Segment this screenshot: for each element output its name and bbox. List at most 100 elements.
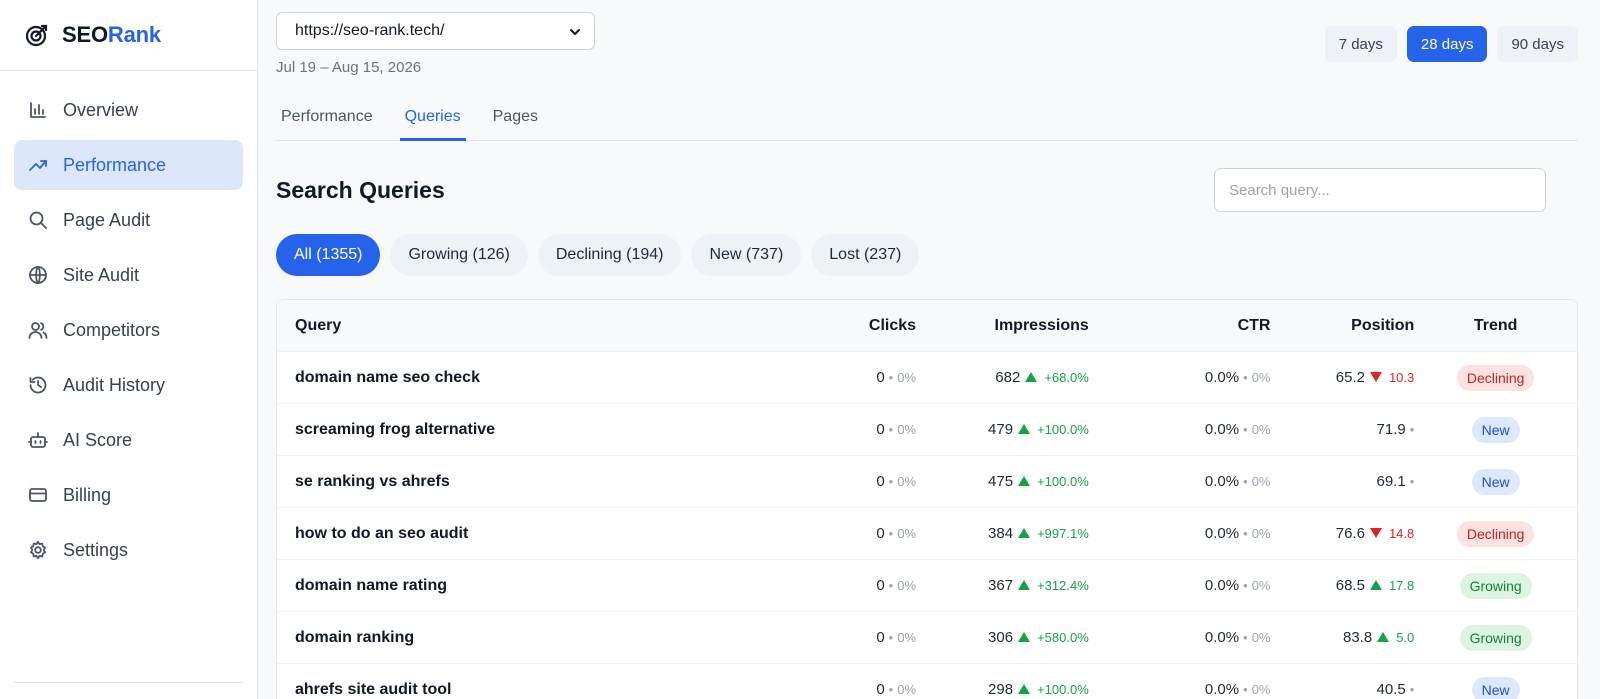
sidebar-item-billing[interactable]: Billing bbox=[14, 470, 243, 520]
filter-growing[interactable]: Growing (126) bbox=[390, 234, 528, 276]
clicks-cell: 0 • 0% bbox=[836, 629, 916, 647]
neutral-dot: • bbox=[1243, 577, 1248, 593]
sidebar-item-audit-history[interactable]: Audit History bbox=[14, 360, 243, 410]
trend-cell: New bbox=[1414, 468, 1577, 495]
neutral-dot: • bbox=[1243, 369, 1248, 385]
period-7-days-button[interactable]: 7 days bbox=[1324, 26, 1397, 62]
search-query-input[interactable] bbox=[1214, 168, 1546, 212]
period-28-days-button[interactable]: 28 days bbox=[1406, 26, 1488, 62]
site-selector[interactable]: https://seo-rank.tech/ bbox=[276, 12, 595, 50]
arrow-up-icon bbox=[1018, 631, 1031, 642]
sidebar-item-page-audit[interactable]: Page Audit bbox=[14, 195, 243, 245]
position-cell: 69.1 • bbox=[1270, 473, 1415, 491]
sidebar-item-ai-score[interactable]: AI Score bbox=[14, 415, 243, 465]
clicks-cell: 0 • 0% bbox=[836, 681, 916, 699]
ctr-cell: 0.0% • 0% bbox=[1089, 369, 1271, 387]
position-cell: 40.5 • bbox=[1270, 680, 1415, 699]
sidebar-item-label: Settings bbox=[63, 539, 129, 560]
period-selector: 7 days 28 days 90 days bbox=[1324, 26, 1578, 62]
query-cell: domain ranking bbox=[295, 628, 415, 646]
tab-performance[interactable]: Performance bbox=[276, 98, 378, 141]
clicks-cell: 0 • 0% bbox=[836, 525, 916, 543]
filter-all[interactable]: All (1355) bbox=[276, 234, 381, 276]
sidebar-item-site-audit[interactable]: Site Audit bbox=[14, 250, 243, 300]
position-value: 65.2 bbox=[1335, 368, 1365, 386]
table-row[interactable]: screaming frog alternative 0 • 0% 479 +100.0%… bbox=[277, 404, 1577, 456]
filter-chips: All (1355) Growing (126) Declining (194)… bbox=[276, 234, 920, 276]
impressions-cell: 298 +100.0% bbox=[916, 681, 1089, 699]
filter-lost[interactable]: Lost (237) bbox=[811, 234, 920, 276]
globe-icon bbox=[28, 265, 48, 285]
ctr-delta: 0% bbox=[1251, 525, 1271, 541]
sidebar-item-label: Page Audit bbox=[63, 209, 151, 230]
main-content: https://seo-rank.tech/ Jul 19 – Aug 15, … bbox=[258, 0, 1600, 699]
sidebar-item-settings[interactable]: Settings bbox=[14, 525, 243, 575]
ctr-cell: 0.0% • 0% bbox=[1089, 577, 1271, 595]
position-delta: 14.8 bbox=[1388, 525, 1415, 541]
neutral-dot: • bbox=[1243, 473, 1248, 489]
column-header-impressions[interactable]: Impressions bbox=[916, 317, 1089, 335]
trend-cell: Declining bbox=[1414, 364, 1577, 391]
ctr-cell: 0.0% • 0% bbox=[1089, 629, 1271, 647]
filter-new[interactable]: New (737) bbox=[691, 234, 802, 276]
impressions-value: 306 bbox=[988, 628, 1014, 646]
table-row[interactable]: se ranking vs ahrefs 0 • 0% 475 +100.0% 0.0% • 0… bbox=[277, 456, 1577, 508]
clicks-delta: 0% bbox=[897, 629, 917, 645]
ctr-delta: 0% bbox=[1251, 421, 1271, 437]
impressions-cell: 367 +312.4% bbox=[916, 577, 1089, 595]
table-row[interactable]: domain name rating 0 • 0% 367 +312.4% 0.0% • 0% 6… bbox=[277, 560, 1577, 612]
neutral-dot: • bbox=[1243, 681, 1248, 697]
impressions-cell: 384 +997.1% bbox=[916, 525, 1089, 543]
column-header-query[interactable]: Query bbox=[277, 317, 836, 335]
neutral-dot: • bbox=[1243, 525, 1248, 541]
clicks-cell: 0 • 0% bbox=[836, 421, 916, 439]
sidebar-item-competitors[interactable]: Competitors bbox=[14, 305, 243, 355]
tab-queries[interactable]: Queries bbox=[399, 98, 466, 141]
tab-pages[interactable]: Pages bbox=[488, 98, 543, 141]
credit-card-icon bbox=[28, 485, 48, 505]
sidebar-item-overview[interactable]: Overview bbox=[14, 85, 243, 135]
trend-badge: New bbox=[1471, 416, 1520, 443]
arrow-up-icon bbox=[1025, 371, 1038, 382]
sidebar-item-label: Competitors bbox=[63, 319, 161, 340]
query-cell: how to do an seo audit bbox=[295, 524, 469, 542]
column-header-trend[interactable]: Trend bbox=[1414, 317, 1577, 335]
filter-declining[interactable]: Declining (194) bbox=[537, 234, 682, 276]
clicks-delta: 0% bbox=[897, 525, 917, 541]
neutral-dot: • bbox=[888, 369, 894, 385]
clicks-delta: 0% bbox=[897, 577, 917, 593]
ctr-value: 0.0% bbox=[1204, 420, 1240, 438]
trend-badge: Declining bbox=[1456, 520, 1535, 547]
table-row[interactable]: how to do an seo audit 0 • 0% 384 +997.1% 0.0%… bbox=[277, 508, 1577, 560]
tab-bar: Performance Queries Pages bbox=[276, 98, 1578, 141]
neutral-dot: • bbox=[1243, 629, 1248, 645]
table-row[interactable]: domain ranking 0 • 0% 306 +580.0% 0.0% • 0% 83.8 5… bbox=[277, 612, 1577, 664]
queries-table: Query Clicks Impressions CTR Position Tr… bbox=[276, 299, 1578, 699]
ctr-cell: 0.0% • 0% bbox=[1089, 525, 1271, 543]
column-header-position[interactable]: Position bbox=[1270, 317, 1414, 335]
clicks-cell: 0 • 0% bbox=[836, 473, 916, 491]
column-header-clicks[interactable]: Clicks bbox=[836, 317, 916, 335]
sidebar-item-performance[interactable]: Performance bbox=[14, 140, 243, 190]
impressions-value: 367 bbox=[988, 576, 1014, 594]
impressions-delta: +68.0% bbox=[1044, 369, 1089, 385]
arrow-up-icon bbox=[1018, 475, 1031, 486]
brand-logo[interactable]: SEORank bbox=[0, 0, 257, 71]
logo-icon bbox=[25, 24, 48, 47]
period-90-days-button[interactable]: 90 days bbox=[1497, 26, 1578, 62]
query-cell: screaming frog alternative bbox=[295, 420, 496, 438]
table-row[interactable]: domain name seo check 0 • 0% 682 +68.0% 0.0% • 0… bbox=[277, 352, 1577, 404]
neutral-dot: • bbox=[888, 525, 894, 541]
clicks-value: 0 bbox=[876, 420, 885, 438]
arrow-up-icon bbox=[1018, 527, 1031, 538]
position-value: 40.5 bbox=[1376, 680, 1406, 698]
trend-cell: Declining bbox=[1414, 520, 1577, 547]
table-row[interactable]: ahrefs site audit tool 0 • 0% 298 +100.0% 0.0%… bbox=[277, 664, 1577, 699]
impressions-delta: +312.4% bbox=[1037, 577, 1089, 593]
impressions-cell: 475 +100.0% bbox=[916, 473, 1089, 491]
column-header-ctr[interactable]: CTR bbox=[1089, 317, 1271, 335]
query-cell: domain name rating bbox=[295, 576, 448, 594]
position-cell: 71.9 • bbox=[1270, 421, 1415, 439]
clicks-value: 0 bbox=[876, 628, 885, 646]
impressions-value: 479 bbox=[988, 420, 1014, 438]
